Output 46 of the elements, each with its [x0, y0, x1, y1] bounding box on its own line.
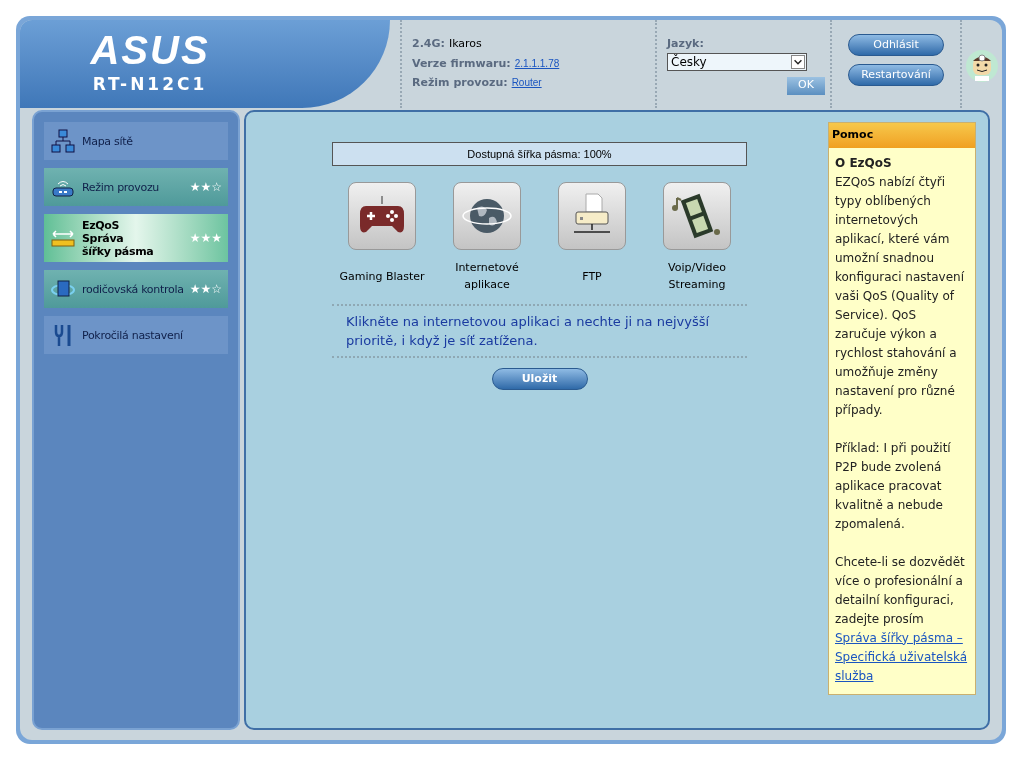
app-button[interactable]: [453, 182, 521, 250]
info-value: Ikaros: [448, 36, 482, 52]
star-icon: ★: [200, 232, 212, 244]
menu-item[interactable]: rodičovská kontrola ★★☆: [44, 270, 228, 308]
save-button[interactable]: Uložit: [491, 368, 588, 390]
language-select[interactable]: Česky: [667, 52, 807, 71]
menu-item[interactable]: Pokročilá nastavení: [44, 316, 228, 354]
star-icon: ★: [189, 283, 201, 295]
star-icon: ★: [200, 181, 212, 193]
help-paragraph: Chcete-li se dozvědět více o profesionální a detailní konfiguraci, zadejte prosím Správa šířky pásma – Specifická uživatelská služba: [835, 552, 969, 686]
info-link[interactable]: Router: [511, 75, 542, 90]
app-label: Gaming Blaster: [339, 268, 425, 285]
header-button[interactable]: Odhlásit: [848, 34, 944, 56]
star-icon: ☆: [211, 283, 222, 295]
star-icon: ★: [200, 283, 212, 295]
menu-item[interactable]: Režim provozu ★★☆: [44, 168, 228, 206]
menu-item[interactable]: EzQoS Správa šířky pásma ★★★: [44, 214, 228, 262]
help-link[interactable]: Správa šířky pásma – Specifická uživatelská služba: [835, 628, 969, 686]
network-icon: [50, 128, 76, 154]
model-name: RT-N12C1: [92, 73, 208, 97]
help-paragraph: EZQoS nabízí čtyři typy oblíbených internetových aplikací, které vám umožní snadnou konfiguraci nastavení vaši QoS (Quality of Service). QoS zaručuje výkon a rychlost stahování a umožňuje změny nastavení pro různé případy.: [835, 173, 965, 419]
language-label: Jazyk:: [667, 36, 705, 52]
star-icon: ★: [189, 181, 201, 193]
header-button[interactable]: Restartování: [848, 64, 944, 86]
help-heading: O EzQoS: [835, 154, 893, 172]
app-label: FTP: [582, 268, 602, 285]
app-label: Voip/Video Streaming: [668, 260, 726, 293]
app-label: Internetové aplikace: [455, 260, 519, 293]
menu-item[interactable]: Mapa sítě: [44, 122, 228, 160]
star-icon: ☆: [211, 181, 222, 193]
info-link[interactable]: 2.1.1.1.78: [514, 55, 560, 71]
chevron-icon: [791, 54, 805, 69]
mascot-icon: [965, 49, 999, 83]
help-paragraph: Příklad: I při použití P2P bude zvolená aplikace pracovat kvalitně a nebude zpomalená.: [835, 439, 952, 533]
star-icon: ★: [211, 232, 222, 244]
info-label: Režim provozu:: [412, 75, 508, 91]
app-button[interactable]: [348, 182, 416, 250]
star-icon: ★: [189, 232, 201, 244]
app-button[interactable]: [663, 182, 731, 250]
bandwidth-bar: Dostupná šířka pásma: 100%: [332, 142, 747, 166]
help-title: Pomoc: [829, 123, 975, 148]
info-label: 2.4G:: [412, 36, 445, 52]
brand-logo: ASUS: [90, 30, 210, 71]
instruction-text: Klikněte na internetovou aplikaci a nechte ji na nejvyšší prioritě, i když je síť zatížena.: [345, 313, 711, 350]
language-value: Česky: [670, 53, 708, 71]
info-label: Verze firmwaru:: [412, 55, 511, 72]
